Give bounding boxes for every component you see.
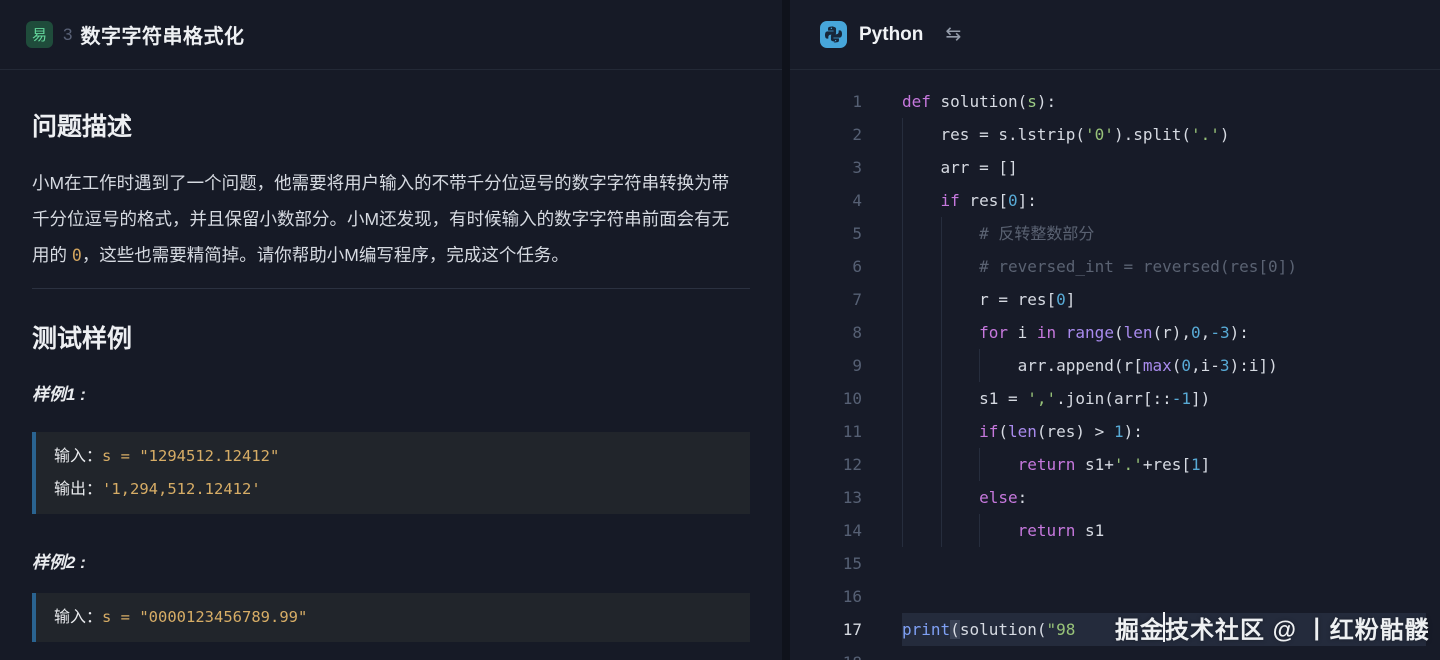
line-number: 10 xyxy=(790,382,862,415)
sample2-input-code: s = "0000123456789.99" xyxy=(102,608,307,626)
language-label[interactable]: Python xyxy=(859,24,923,46)
line-number: 13 xyxy=(790,481,862,514)
line-number: 17 xyxy=(790,613,862,646)
panel-divider[interactable] xyxy=(782,0,790,660)
inline-code-zero: 0 xyxy=(72,246,82,265)
code-line-12[interactable]: 12 return s1+'.'+res[1] xyxy=(790,448,1440,481)
line-number: 14 xyxy=(790,514,862,547)
code-line-15[interactable]: 15 xyxy=(790,547,1440,580)
sample1-output-code: '1,294,512.12412' xyxy=(102,480,261,498)
sample2-code-block: 输入：s = "0000123456789.99" xyxy=(32,593,750,642)
section-divider xyxy=(32,288,750,289)
line-number: 5 xyxy=(790,217,862,250)
line-number: 2 xyxy=(790,118,862,151)
code-line-7[interactable]: 7 r = res[0] xyxy=(790,283,1440,316)
description-paragraph: 小M在工作时遇到了一个问题，他需要将用户输入的不带千分位逗号的数字字符串转换为带… xyxy=(32,165,734,274)
sample1-input-row: 输入：s = "1294512.12412" xyxy=(54,440,732,473)
line-number: 8 xyxy=(790,316,862,349)
line-number: 16 xyxy=(790,580,862,613)
code-line-18[interactable]: 18 xyxy=(790,646,1440,660)
code-line-14[interactable]: 14 return s1 xyxy=(790,514,1440,547)
description-text-2: ，这些也需要精简掉。请你帮助小M编写程序，完成这个任务。 xyxy=(82,245,569,265)
code-line-8[interactable]: 8 for i in range(len(r),0,-3): xyxy=(790,316,1440,349)
app-window: { "left": { "difficulty": "易", "number":… xyxy=(0,0,1440,660)
line-number: 3 xyxy=(790,151,862,184)
problem-header: 易 3 数字字符串格式化 xyxy=(0,0,782,70)
code-line-3[interactable]: 3 arr = [] xyxy=(790,151,1440,184)
input-label: 输入： xyxy=(54,609,102,626)
problem-panel: 易 3 数字字符串格式化 问题描述 小M在工作时遇到了一个问题，他需要将用户输入… xyxy=(0,0,782,660)
line-number: 9 xyxy=(790,349,862,382)
code-line-1[interactable]: 1def solution(s): xyxy=(790,85,1440,118)
code-line-13[interactable]: 13 else: xyxy=(790,481,1440,514)
input-label: 输入： xyxy=(54,448,102,465)
line-number: 12 xyxy=(790,448,862,481)
sample1-code-block: 输入：s = "1294512.12412" 输出：'1,294,512.124… xyxy=(32,432,750,514)
sample2-input-row: 输入：s = "0000123456789.99" xyxy=(54,601,732,634)
line-number: 6 xyxy=(790,250,862,283)
sample1-input-code: s = "1294512.12412" xyxy=(102,447,279,465)
sample1-output-row: 输出：'1,294,512.12412' xyxy=(54,473,732,506)
sample2-label: 样例2 : xyxy=(32,548,750,573)
samples-heading: 测试样例 xyxy=(32,325,750,353)
problem-title: 数字字符串格式化 xyxy=(80,20,244,49)
text-cursor xyxy=(1163,612,1165,642)
output-label: 输出： xyxy=(54,481,102,498)
description-heading: 问题描述 xyxy=(32,113,750,141)
code-line-6[interactable]: 6 # reversed_int = reversed(res[0]) xyxy=(790,250,1440,283)
sample1-label: 样例1 : xyxy=(32,380,750,405)
language-swap-icon[interactable]: ⇆ xyxy=(945,25,961,44)
difficulty-badge: 易 xyxy=(26,21,53,48)
code-editor[interactable]: 1def solution(s):2 res = s.lstrip('0').s… xyxy=(790,70,1440,660)
editor-header: Python ⇆ xyxy=(790,0,1440,70)
problem-number: 3 xyxy=(63,25,72,45)
editor-panel: Python ⇆ 1def solution(s):2 res = s.lstr… xyxy=(790,0,1440,660)
code-line-11[interactable]: 11 if(len(res) > 1): xyxy=(790,415,1440,448)
code-line-2[interactable]: 2 res = s.lstrip('0').split('.') xyxy=(790,118,1440,151)
code-line-16[interactable]: 16 xyxy=(790,580,1440,613)
python-icon xyxy=(820,21,847,48)
line-number: 1 xyxy=(790,85,862,118)
code-line-9[interactable]: 9 arr.append(r[max(0,i-3):i]) xyxy=(790,349,1440,382)
problem-content: 问题描述 小M在工作时遇到了一个问题，他需要将用户输入的不带千分位逗号的数字字符… xyxy=(0,113,782,642)
line-number: 15 xyxy=(790,547,862,580)
line-number: 7 xyxy=(790,283,862,316)
code-line-10[interactable]: 10 s1 = ','.join(arr[::-1]) xyxy=(790,382,1440,415)
line-number: 18 xyxy=(790,646,862,660)
line-number: 11 xyxy=(790,415,862,448)
code-line-5[interactable]: 5 # 反转整数部分 xyxy=(790,217,1440,250)
line-number: 4 xyxy=(790,184,862,217)
code-line-4[interactable]: 4 if res[0]: xyxy=(790,184,1440,217)
